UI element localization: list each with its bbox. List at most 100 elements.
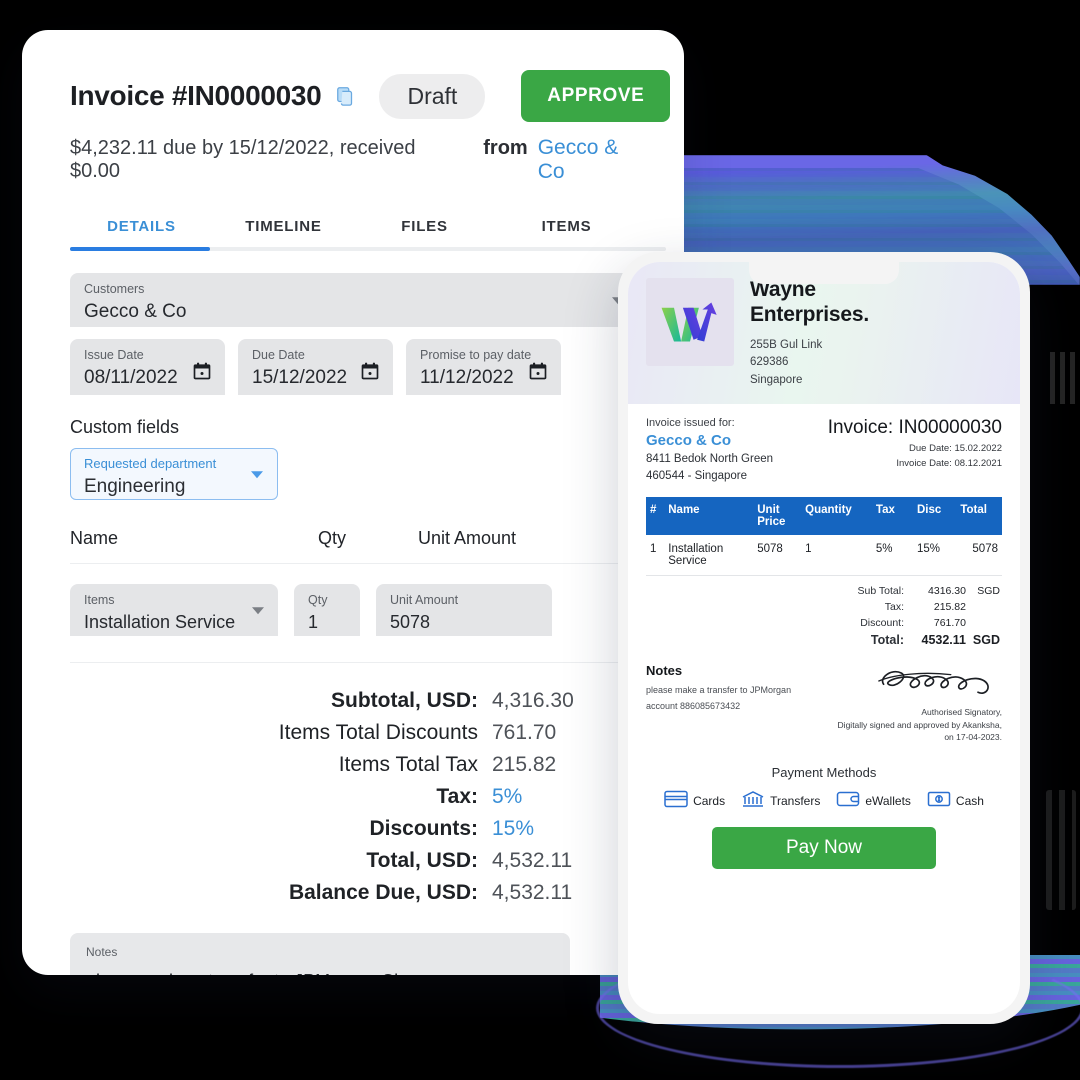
requested-department-value: Engineering xyxy=(84,475,186,497)
items-table-header: Name Qty Unit Amount xyxy=(70,528,638,564)
tab-bar: DETAILS TIMELINE FILES ITEMS xyxy=(70,210,666,251)
total-value: 4,316.30 xyxy=(492,689,574,712)
payment-methods-title: Payment Methods xyxy=(771,765,877,781)
total-label: Balance Due, USD: xyxy=(288,881,478,904)
credit-card-icon xyxy=(664,790,688,811)
approve-button[interactable]: APPROVE xyxy=(521,70,671,122)
calendar-icon[interactable] xyxy=(360,361,380,381)
notes-label: Notes xyxy=(86,945,118,959)
total-row-subtotal: Sub Total: 4316.30 SGD xyxy=(646,585,1000,597)
issued-for-address-line-1: 8411 Bedok North Green xyxy=(646,452,774,465)
invoice-number-block: Invoice: IN00000030 Due Date: 15.02.2022… xyxy=(828,417,1002,486)
cell-tax: 5% xyxy=(871,535,913,577)
phone-mockup: Wayne Enterprises. 255B Gul Link 629386 … xyxy=(618,252,1030,1024)
column-header-name: Name xyxy=(70,528,119,548)
company-identity: Wayne Enterprises. 255B Gul Link 629386 … xyxy=(750,278,869,390)
notes-line-2: account 886085673432 xyxy=(646,701,741,712)
payment-method-cash[interactable]: Cash xyxy=(927,790,984,811)
decorative-bars-right xyxy=(1050,352,1076,404)
notes-and-signature: Notes please make a transfer to JPMorgan… xyxy=(646,663,1002,743)
promise-to-pay-date-field[interactable]: Promise to pay date 11/12/2022 xyxy=(406,339,561,395)
total-row-subtotal: Subtotal, USD: 4,316.30 xyxy=(70,689,586,713)
page-title: Invoice #IN0000030 xyxy=(70,80,322,111)
customers-value: Gecco & Co xyxy=(84,301,187,322)
table-row: Items Installation Service Qty 1 Unit Am… xyxy=(70,584,638,636)
item-unit-value: 5078 xyxy=(390,612,431,632)
customers-label: Customers xyxy=(84,282,145,296)
issued-for-address-line-2: 460544 - Singapore xyxy=(646,470,748,483)
invoice-number: Invoice: IN00000030 xyxy=(828,417,1002,439)
total-row-tax: Tax: 215.82 xyxy=(646,601,1000,613)
calendar-icon[interactable] xyxy=(528,361,548,381)
total-label: Sub Total: xyxy=(857,585,904,598)
notes-line-1: please make a transfer to JPMorgan xyxy=(646,685,792,696)
wallet-icon xyxy=(836,790,860,811)
tab-files[interactable]: FILES xyxy=(354,210,495,251)
tab-timeline[interactable]: TIMELINE xyxy=(213,210,354,251)
total-label: Items Total Discounts xyxy=(278,721,478,744)
total-row-balance-due: Balance Due, USD: 4,532.11 xyxy=(70,881,586,905)
company-address-line-1: 255B Gul Link xyxy=(750,338,823,351)
invoice-line-items-table: # Name Unit Price Quantity Tax Disc Tota… xyxy=(646,497,1002,577)
notes-title: Notes xyxy=(646,663,683,679)
payment-method-label: Transfers xyxy=(770,793,821,808)
total-currency: SGD xyxy=(977,585,1000,598)
total-value: 15% xyxy=(492,817,535,840)
notes-textarea[interactable]: Notes please make a transfer to JPMorgan… xyxy=(70,933,570,975)
column-header-quantity: Quantity xyxy=(801,497,872,536)
company-address-line-2: 629386 xyxy=(750,356,789,369)
invoice-totals: Sub Total: 4316.30 SGD Tax: 215.82 Disco… xyxy=(646,585,1002,647)
item-unit-label: Unit Amount xyxy=(390,593,459,607)
cell-unit-price: 5078 xyxy=(753,535,802,577)
screenshot-stage: Invoice #IN0000030 Draft APPROVE $4,232.… xyxy=(0,0,1080,1080)
total-label: Tax: xyxy=(884,601,904,614)
invoice-due-date: Due Date: 15.02.2022 xyxy=(909,442,1002,454)
payment-method-cards[interactable]: Cards xyxy=(664,790,725,811)
payment-method-label: Cards xyxy=(693,793,726,808)
payment-methods-list: Cards Transfers eWallets Cash xyxy=(646,790,1002,811)
requested-department-select[interactable]: Requested department Engineering xyxy=(70,448,278,500)
payment-method-ewallets[interactable]: eWallets xyxy=(836,790,911,811)
item-unit-amount-input[interactable]: Unit Amount 5078 xyxy=(376,584,552,636)
customers-select[interactable]: Customers Gecco & Co xyxy=(70,273,638,327)
cell-disc: 15% xyxy=(912,535,957,577)
tab-underline-active xyxy=(70,247,210,251)
banknote-icon xyxy=(927,790,951,811)
decorative-bars-right-lower xyxy=(1046,790,1076,910)
column-header-total: Total xyxy=(956,497,1002,536)
total-row-grand-total: Total: 4532.11 SGD xyxy=(646,633,1000,647)
column-header-qty: Qty xyxy=(318,528,347,548)
table-row: 1 Installation Service 5078 1 5% 15% 507… xyxy=(646,535,1002,577)
item-qty-input[interactable]: Qty 1 xyxy=(294,584,360,636)
copy-icon[interactable] xyxy=(335,85,357,107)
requested-department-label: Requested department xyxy=(84,456,217,471)
pay-now-button[interactable]: Pay Now xyxy=(712,827,936,870)
invoice-number-label: Invoice: xyxy=(827,416,894,438)
notes-line-1: please make a transfer to JPMorgan Chase xyxy=(86,968,554,975)
issue-date-field[interactable]: Issue Date 08/11/2022 xyxy=(70,339,225,395)
invoice-issue-date: Invoice Date: 08.12.2021 xyxy=(896,458,1002,470)
total-label: Tax: xyxy=(436,785,478,808)
column-header-unit-amount: Unit Amount xyxy=(418,528,517,548)
company-name-line-2: Enterprises. xyxy=(750,302,869,326)
total-value: 4532.11 xyxy=(921,633,967,648)
item-name-select[interactable]: Items Installation Service xyxy=(70,584,278,636)
from-company-link[interactable]: Gecco & Co xyxy=(538,136,638,184)
invoice-body: Invoice issued for: Gecco & Co 8411 Bedo… xyxy=(628,403,1020,870)
cell-quantity: 1 xyxy=(801,535,872,577)
due-date-field[interactable]: Due Date 15/12/2022 xyxy=(238,339,393,395)
item-name-value: Installation Service xyxy=(84,612,236,632)
payment-method-transfers[interactable]: Transfers xyxy=(741,790,820,811)
items-divider xyxy=(70,662,638,663)
signature-caption-line-3: on 17-04-2023. xyxy=(944,732,1002,743)
phone-notch xyxy=(749,262,899,284)
total-value: 215.82 xyxy=(933,601,966,614)
payment-method-label: eWallets xyxy=(865,793,911,808)
tab-details[interactable]: DETAILS xyxy=(70,210,213,251)
calendar-icon[interactable] xyxy=(192,361,212,381)
total-currency: SGD xyxy=(972,633,1000,648)
invoice-summary-row: $4,232.11 due by 15/12/2022, received $0… xyxy=(70,136,638,184)
tab-items[interactable]: ITEMS xyxy=(495,210,638,251)
signature-block: Authorised Signatory, Digitally signed a… xyxy=(838,663,1002,743)
column-header-tax: Tax xyxy=(871,497,913,536)
